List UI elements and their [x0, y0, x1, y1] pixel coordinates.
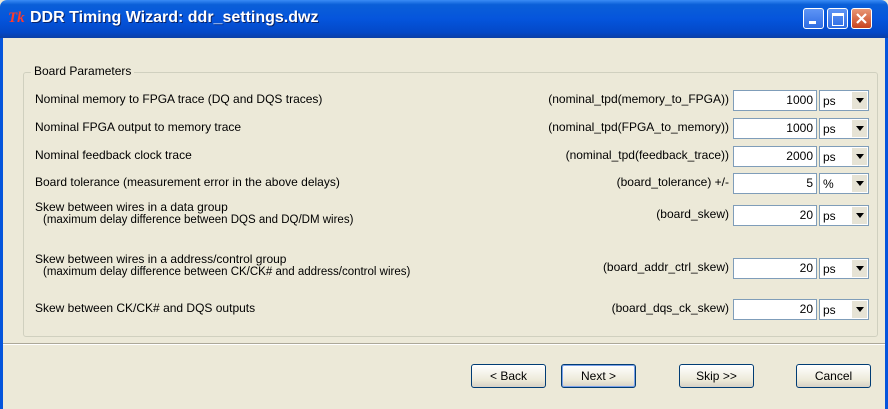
value-input[interactable]: 20 — [733, 205, 817, 226]
maximize-icon[interactable] — [827, 8, 848, 29]
chevron-down-icon[interactable] — [851, 207, 867, 224]
chevron-down-icon[interactable] — [851, 260, 867, 277]
group-title: Board Parameters — [31, 64, 135, 78]
row-label: Skew between wires in a data group — [35, 200, 228, 214]
unit-select[interactable]: % — [819, 173, 869, 194]
param-row-feedback-trace: Nominal feedback clock trace (nominal_tp… — [35, 146, 875, 167]
unit-value: ps — [823, 303, 836, 317]
row-param-name: (board_addr_ctrl_skew) — [602, 260, 729, 274]
unit-select[interactable]: ps — [819, 299, 869, 320]
row-label: Nominal FPGA output to memory trace — [35, 120, 242, 134]
unit-select[interactable]: ps — [819, 205, 869, 226]
row-param-name: (board_dqs_ck_skew) — [611, 301, 729, 315]
unit-value: % — [823, 177, 834, 191]
unit-value: ps — [823, 209, 836, 223]
chevron-down-icon[interactable] — [851, 175, 867, 192]
unit-value: ps — [823, 122, 836, 136]
row-param-name: (board_skew) — [656, 207, 729, 221]
chevron-down-icon[interactable] — [851, 148, 867, 165]
row-param-name: (nominal_tpd(feedback_trace)) — [565, 148, 729, 162]
app-icon: Tk — [8, 10, 25, 26]
value-input[interactable]: 5 — [733, 173, 817, 194]
param-row-dqs-ck-skew: Skew between CK/CK# and DQS outputs (boa… — [35, 299, 875, 320]
value-input[interactable]: 1000 — [733, 118, 817, 139]
value-input[interactable]: 2000 — [733, 146, 817, 167]
value-input[interactable]: 20 — [733, 258, 817, 279]
window-title: DDR Timing Wizard: ddr_settings.dwz — [30, 9, 319, 26]
unit-select[interactable]: ps — [819, 118, 869, 139]
row-sublabel: (maximum delay difference between CK/CK#… — [43, 266, 411, 278]
row-label: Nominal memory to FPGA trace (DQ and DQS… — [35, 92, 323, 106]
divider — [3, 343, 885, 345]
next-button[interactable]: Next > — [561, 364, 636, 388]
chevron-down-icon[interactable] — [851, 92, 867, 109]
unit-select[interactable]: ps — [819, 90, 869, 111]
skip-button[interactable]: Skip >> — [679, 364, 754, 388]
param-row-fpga-to-memory: Nominal FPGA output to memory trace (nom… — [35, 118, 875, 139]
minimize-icon[interactable] — [803, 8, 824, 29]
value-input[interactable]: 20 — [733, 299, 817, 320]
param-row-board-tolerance: Board tolerance (measurement error in th… — [35, 173, 875, 194]
title-bar[interactable]: Tk DDR Timing Wizard: ddr_settings.dwz — [0, 0, 888, 38]
cancel-button[interactable]: Cancel — [796, 364, 871, 388]
unit-value: ps — [823, 94, 836, 108]
param-row-board-skew: Skew between wires in a data group (maxi… — [35, 200, 875, 226]
row-label: Skew between CK/CK# and DQS outputs — [35, 301, 256, 315]
row-param-name: (nominal_tpd(memory_to_FPGA)) — [548, 92, 729, 106]
param-row-addr-ctrl-skew: Skew between wires in a address/control … — [35, 252, 875, 279]
param-row-memory-to-fpga: Nominal memory to FPGA trace (DQ and DQS… — [35, 90, 875, 111]
row-sublabel: (maximum delay difference between DQS an… — [43, 214, 354, 226]
unit-value: ps — [823, 262, 836, 276]
row-param-name: (nominal_tpd(FPGA_to_memory)) — [548, 120, 729, 134]
close-icon[interactable] — [851, 8, 872, 29]
unit-select[interactable]: ps — [819, 258, 869, 279]
unit-value: ps — [823, 150, 836, 164]
chevron-down-icon[interactable] — [851, 301, 867, 318]
row-param-name: (board_tolerance) +/- — [616, 175, 729, 189]
value-input[interactable]: 1000 — [733, 90, 817, 111]
row-label: Nominal feedback clock trace — [35, 148, 192, 162]
row-label: Skew between wires in a address/control … — [35, 252, 287, 266]
row-label: Board tolerance (measurement error in th… — [35, 175, 340, 189]
unit-select[interactable]: ps — [819, 146, 869, 167]
back-button[interactable]: < Back — [471, 364, 546, 388]
chevron-down-icon[interactable] — [851, 120, 867, 137]
